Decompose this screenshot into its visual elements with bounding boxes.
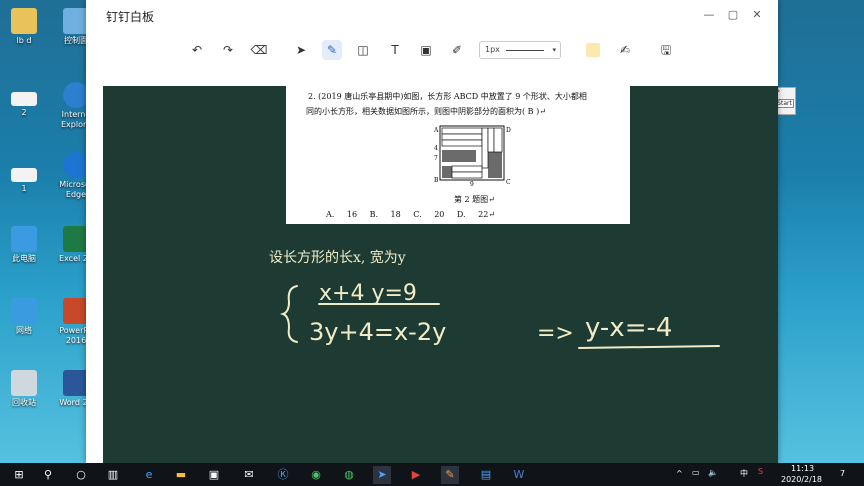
label-d: D (506, 127, 511, 134)
pointer-icon[interactable]: ➤ (291, 40, 311, 60)
question-line-2: 同的小长方形，相关数据如图所示，则图中阴影部分的面积为( B )↵ (306, 107, 546, 116)
label-nine: 9 (470, 181, 474, 186)
window-title: 钉钉白板 (106, 9, 155, 24)
figure-caption: 第 2 题图↵ (454, 195, 495, 204)
label-a: A (434, 127, 439, 134)
whiteboard-canvas[interactable]: 2. (2019 唐山乐亭县期中)如图，长方形 ABCD 中放置了 9 个形状、… (103, 86, 778, 463)
label-four: 4 (434, 145, 438, 152)
green-app-icon[interactable]: ◉ (307, 466, 325, 484)
red-app-icon[interactable]: ▶ (407, 466, 425, 484)
equation-2: 3y+4=x-2y (309, 318, 446, 346)
answer-options: A. 16 B. 18 C. 20 D. 22↵ (326, 210, 496, 219)
edge-icon[interactable]: e (140, 466, 158, 484)
equation-3: y-x=-4 (585, 313, 672, 343)
tray-chevron-icon[interactable]: ^ (676, 469, 683, 478)
k-app-icon[interactable]: Ⓚ (274, 466, 292, 484)
notification-count[interactable]: 7 (840, 469, 845, 478)
start-icon[interactable]: ⊞ (10, 466, 28, 484)
title-bar: 钉钉白板 — ▢ ✕ (86, 0, 778, 32)
typed-note: 设长方形的长x, 宽为y (269, 250, 406, 266)
pasted-question-image: 2. (2019 唐山乐亭县期中)如图，长方形 ABCD 中放置了 9 个形状、… (286, 86, 630, 224)
this-pc-icon (11, 226, 37, 252)
desktop-icon-user[interactable]: lb d (2, 8, 46, 46)
edit-icon[interactable]: ✍ (615, 40, 635, 60)
image-icon[interactable]: ▣ (416, 40, 436, 60)
redo-icon[interactable]: ↷ (218, 40, 238, 60)
highlighter-icon[interactable]: ✐ (447, 40, 467, 60)
question-figure: A D B C 9 7 4 (434, 125, 511, 186)
dingtalk-icon[interactable]: ➤ (373, 466, 391, 484)
question-line-1: 2. (2019 唐山乐亭县期中)如图，长方形 ABCD 中放置了 9 个形状、… (308, 92, 587, 101)
user-folder-icon (11, 8, 37, 34)
desktop-icon-file-2[interactable]: 2 (2, 92, 46, 118)
save-icon[interactable]: 🖫 (656, 40, 676, 60)
sogou-icon[interactable]: S (758, 467, 763, 476)
minimize-button[interactable]: — (702, 8, 716, 22)
ime-indicator[interactable]: 中 (740, 468, 748, 479)
desktop-icon-file-1[interactable]: 1 (2, 168, 46, 194)
implies-arrow: => (537, 321, 574, 346)
desktop-icon-network[interactable]: 网络 (2, 298, 46, 336)
chevron-down-icon: ▾ (552, 46, 556, 54)
undo-icon[interactable]: ↶ (187, 40, 207, 60)
toolbar: ↶ ↷ ⌫ ➤ ✎ ◫ T ▣ ✐ 1px ▾ ✍ 🖫 (86, 36, 778, 64)
word-icon[interactable]: W (510, 466, 528, 484)
mail-icon[interactable]: ✉ (240, 466, 258, 484)
pen-icon[interactable]: ✎ (322, 40, 342, 60)
shape-icon[interactable]: ◫ (353, 40, 373, 60)
label-b: B (434, 177, 439, 184)
maximize-button[interactable]: ▢ (726, 8, 740, 22)
clock-time[interactable]: 11:13 (791, 464, 814, 473)
whiteboard-icon[interactable]: ✎ (441, 466, 459, 484)
network-tray-icon[interactable]: ▭ (692, 468, 700, 477)
stroke-width-select[interactable]: 1px ▾ (479, 41, 561, 59)
close-button[interactable]: ✕ (750, 8, 764, 22)
file-explorer-icon[interactable]: ▬ (172, 466, 190, 484)
volume-icon[interactable]: 🔈 (708, 468, 718, 477)
whiteboard-window: 钉钉白板 — ▢ ✕ ↶ ↷ ⌫ ➤ ✎ ◫ T ▣ ✐ 1px ▾ ✍ 🖫 2… (86, 0, 778, 463)
eraser-icon[interactable]: ⌫ (249, 40, 269, 60)
taskbar: ⊞ ⚲ ○ ▥ e ▬ ▣ ✉ Ⓚ ◉ ◍ ➤ ▶ ✎ ▤ W ^ ▭ 🔈 中 … (0, 463, 864, 486)
desktop-icon-recycle-bin[interactable]: 回收站 (2, 370, 46, 408)
recycle-bin-icon (11, 370, 37, 396)
equation-1: x+4 y=9 (319, 281, 417, 306)
stroke-width-value: 1px (485, 45, 500, 54)
network-icon (11, 298, 37, 324)
file-icon (11, 92, 37, 106)
handwritten-equations: x+4 y=9 3y+4=x-2y => y-x=-4 (279, 281, 720, 349)
wechat-icon[interactable]: ◍ (340, 466, 358, 484)
desktop-icon-this-pc[interactable]: 此电脑 (2, 226, 46, 264)
file-icon (11, 168, 37, 182)
task-view-icon[interactable]: ▥ (104, 466, 122, 484)
label-seven: 7 (434, 155, 438, 162)
store-icon[interactable]: ▣ (205, 466, 223, 484)
cortana-icon[interactable]: ○ (72, 466, 90, 484)
label-c: C (506, 179, 511, 186)
text-icon[interactable]: T (385, 40, 405, 60)
stroke-preview (506, 50, 544, 51)
color-swatch[interactable] (586, 43, 600, 57)
blue-app-icon[interactable]: ▤ (477, 466, 495, 484)
search-icon[interactable]: ⚲ (39, 466, 57, 484)
clock-date[interactable]: 2020/2/18 (781, 475, 822, 484)
